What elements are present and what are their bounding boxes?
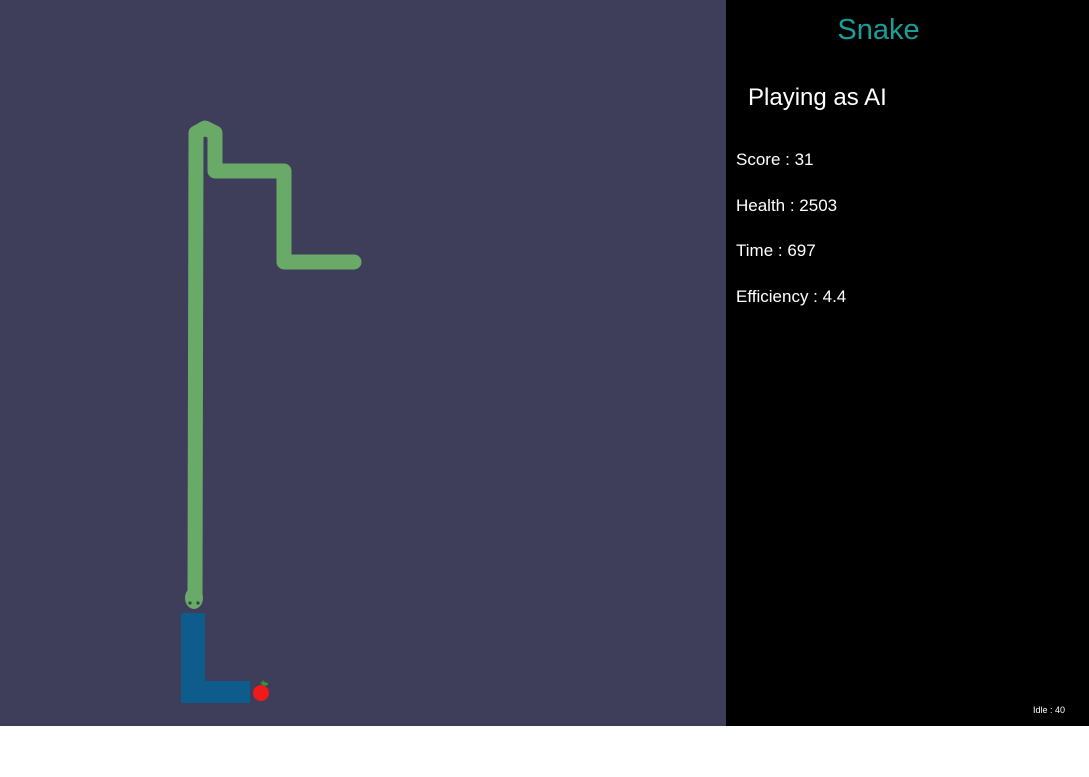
efficiency-stat: Efficiency : 4.4 [736,287,847,306]
apple-icon [253,680,269,701]
time-stat: Time : 697 [736,241,816,260]
health-stat: Health : 2503 [736,196,838,215]
snake-body [187,120,362,606]
info-panel: Snake Playing as AI Score : 31 Health : … [726,0,1089,726]
board-canvas [181,120,362,703]
mode-label: Playing as AI [748,84,887,111]
snake-trail [181,613,250,703]
score-stat: Score : 31 [736,150,814,169]
game-window: Snake Playing as AI Score : 31 Health : … [0,0,1089,726]
snake-head-icon [185,587,203,609]
game-title: Snake [837,14,920,46]
game-board [0,0,726,726]
idle-counter: Idle : 40 [1032,705,1065,715]
